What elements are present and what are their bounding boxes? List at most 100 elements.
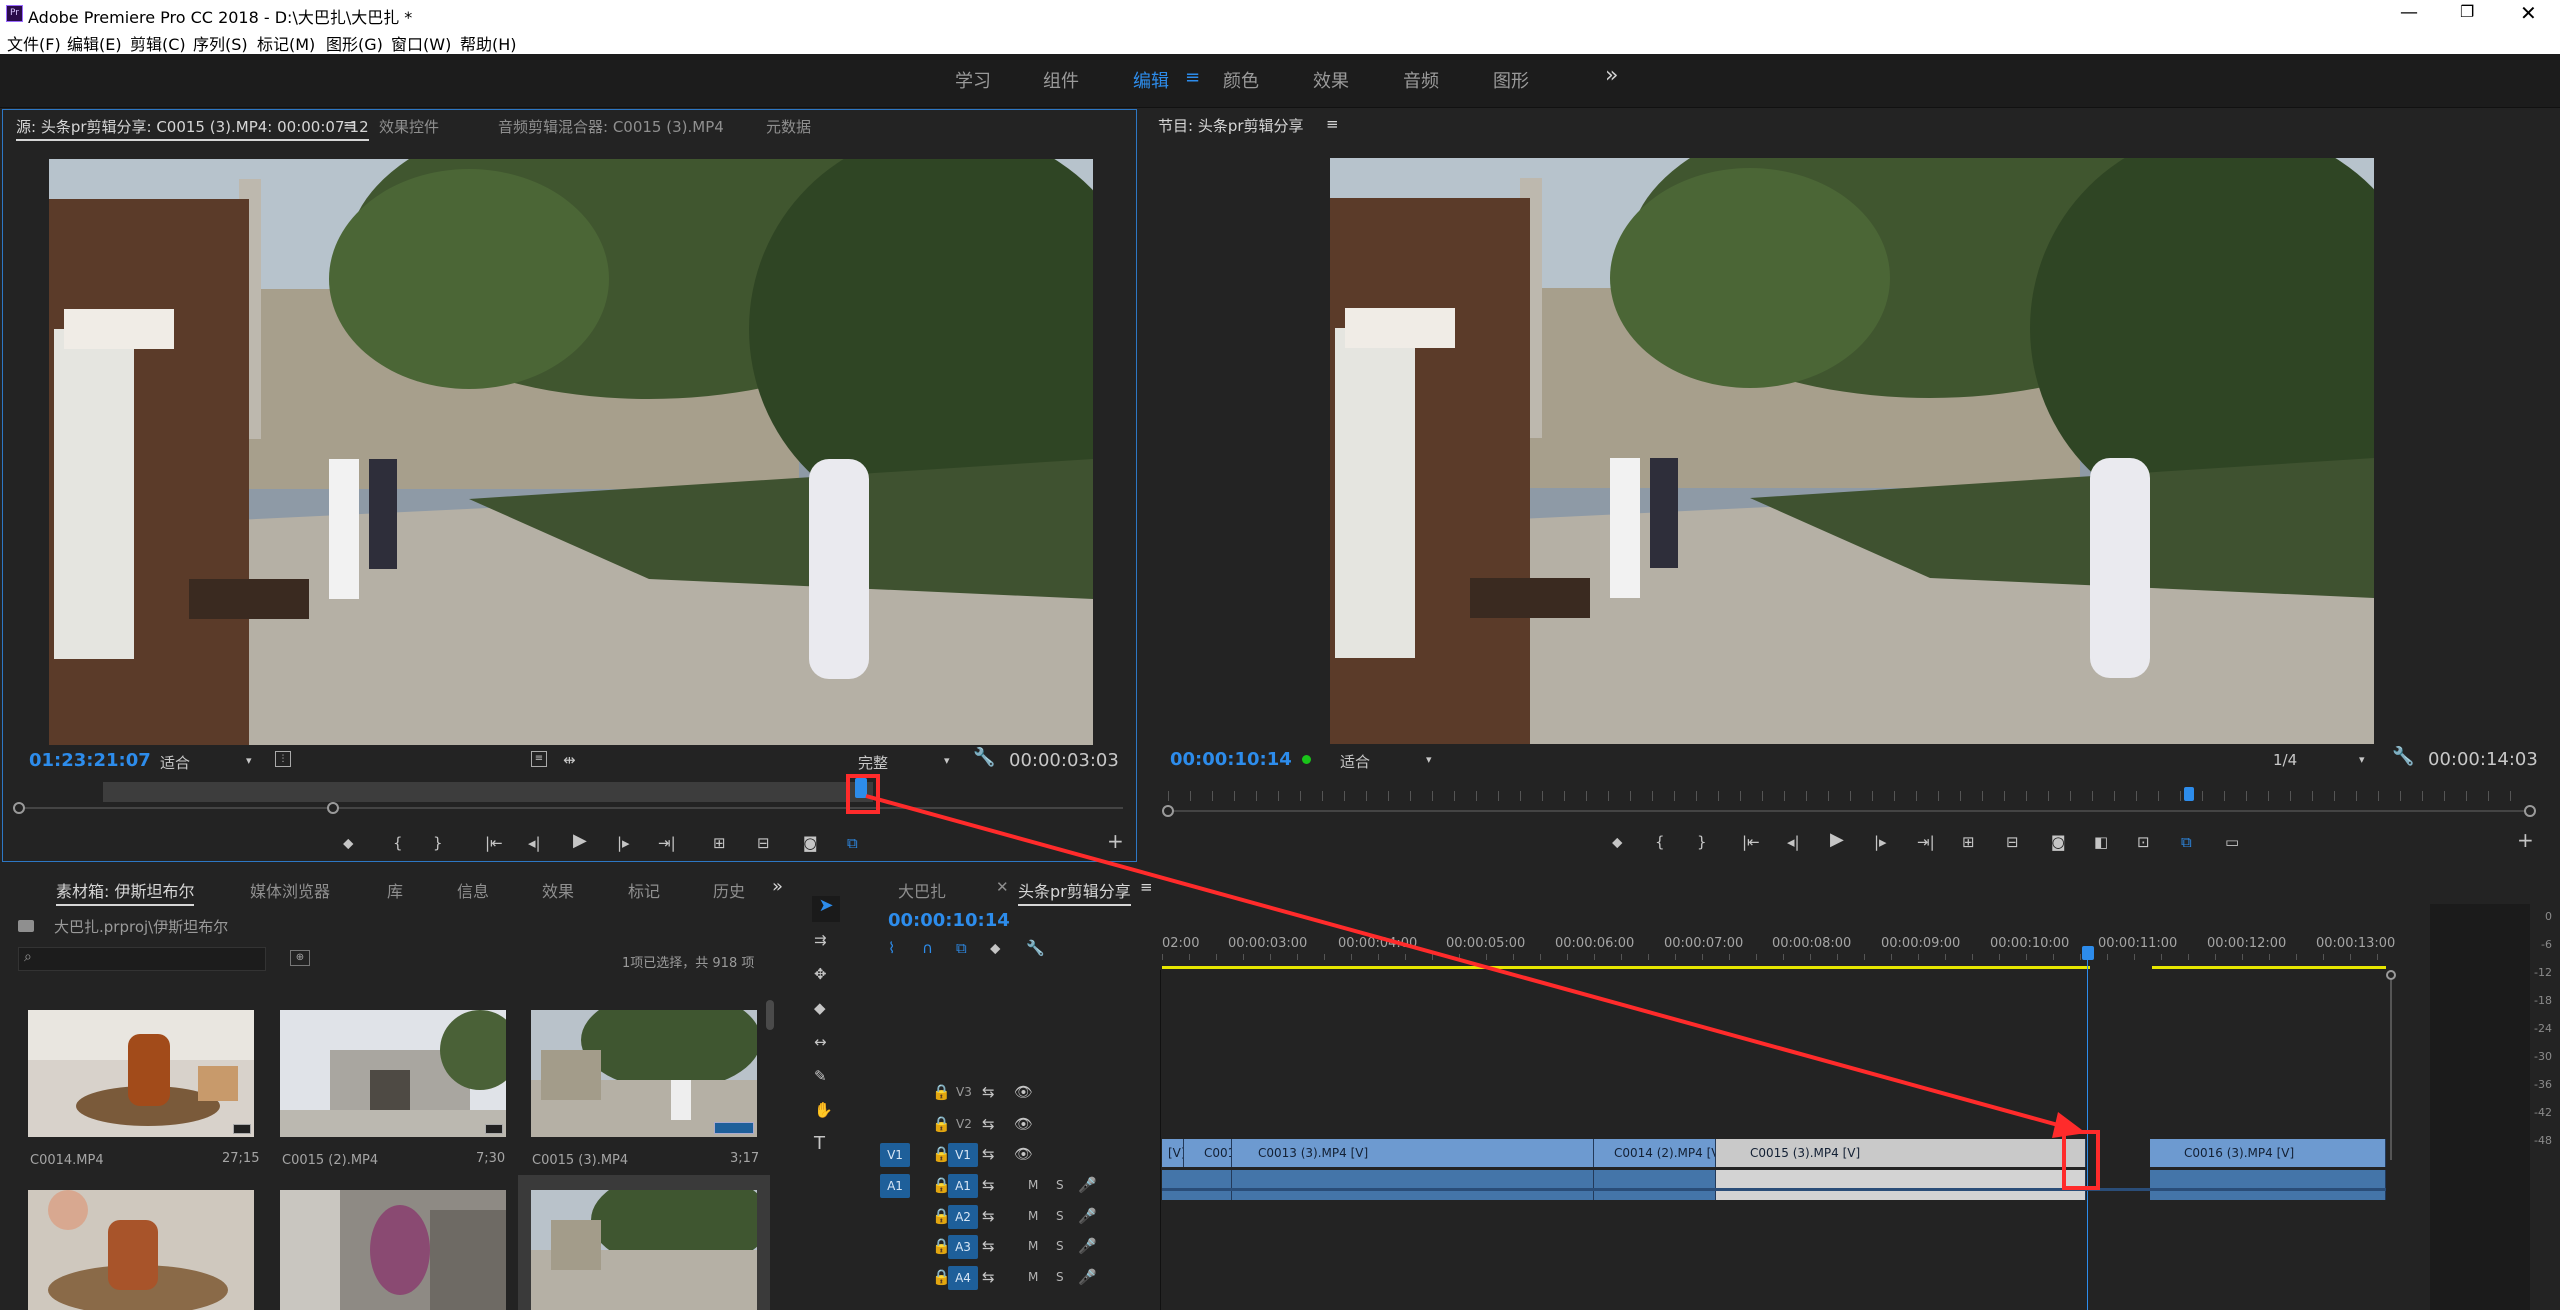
program-quality-dropdown[interactable]: 1/4 ▾ (2273, 751, 2373, 769)
microphone-icon[interactable]: 🎤 (1078, 1236, 1097, 1256)
source-patch-a1[interactable]: A1 (880, 1174, 910, 1198)
menu-help[interactable]: 帮助(H) (460, 31, 517, 55)
solo-button[interactable]: S (1056, 1178, 1064, 1192)
timeline-audio-clip-selected[interactable] (1716, 1170, 2086, 1200)
program-tab-menu-icon[interactable]: ≡ (1326, 115, 1339, 133)
menu-graphics[interactable]: 图形(G) (326, 31, 383, 55)
source-timecode[interactable]: 01:23:21:07 (29, 750, 151, 771)
play-icon[interactable]: ▶ (1830, 830, 1844, 850)
sync-lock-icon[interactable]: ⇆ (982, 1082, 995, 1102)
source-insert-overlay-icon[interactable]: ≡ (531, 751, 547, 767)
sync-lock-icon[interactable]: ⇆ (982, 1144, 995, 1164)
comparison-view-icon[interactable]: ◧ (2094, 832, 2108, 852)
export-frame-camera-icon[interactable]: ◙ (803, 833, 818, 853)
timeline-vertical-scrollbar[interactable] (2390, 980, 2392, 1160)
timeline-playhead-head[interactable] (2082, 946, 2094, 960)
tab-markers[interactable]: 标记 (628, 878, 660, 902)
step-back-icon[interactable]: ◂| (528, 833, 541, 853)
pen-tool-icon[interactable]: ✎ (814, 1066, 827, 1086)
mark-in-icon[interactable]: { (1655, 832, 1665, 852)
workspace-effects[interactable]: 效果 (1313, 67, 1349, 93)
mark-out-icon[interactable]: } (1697, 832, 1707, 852)
timeline-tab-menu-icon[interactable]: ≡ (1140, 878, 1153, 896)
menu-marker[interactable]: 标记(M) (257, 31, 315, 55)
list-item[interactable] (280, 1190, 506, 1310)
menu-edit[interactable]: 编辑(E) (67, 31, 122, 55)
workspace-editing[interactable]: 编辑 (1133, 67, 1169, 93)
list-item[interactable] (280, 1010, 506, 1137)
program-compare-icon[interactable]: ⧉ (2181, 832, 2192, 852)
timeline-timecode[interactable]: 00:00:10:14 (888, 910, 1010, 931)
overwrite-icon[interactable]: ⊟ (757, 833, 770, 853)
timeline-settings-wrench-icon[interactable]: 🔧 (1026, 938, 1045, 958)
linked-selection-icon[interactable]: ⧉ (956, 938, 967, 958)
tab-program[interactable]: 节目: 头条pr剪辑分享 (1158, 115, 1304, 136)
sync-lock-icon[interactable]: ⇆ (982, 1267, 995, 1287)
program-fit-dropdown[interactable]: 适合 ▾ (1340, 751, 1440, 772)
list-item[interactable] (28, 1190, 254, 1310)
track-target-a4[interactable]: A4 (948, 1266, 978, 1290)
workspace-learn[interactable]: 学习 (955, 67, 991, 93)
work-area-bar[interactable] (2152, 966, 2386, 969)
sync-lock-icon[interactable]: ⇆ (982, 1114, 995, 1134)
timeline-video-clip[interactable]: C0014 (2).MP4 [V (1594, 1139, 1716, 1167)
bin-search-input[interactable] (18, 947, 266, 971)
eye-icon[interactable]: 👁 (1014, 1114, 1033, 1134)
timeline-audio-clip[interactable] (1594, 1170, 1716, 1200)
step-forward-icon[interactable]: |▸ (1874, 832, 1887, 852)
sync-lock-icon[interactable]: ⇆ (982, 1236, 995, 1256)
timeline-video-clip[interactable]: C0013 (2 (1184, 1139, 1232, 1167)
track-select-tool-icon[interactable]: ⇉ (814, 930, 827, 950)
tab-media-browser[interactable]: 媒体浏览器 (250, 878, 330, 902)
play-icon[interactable]: ▶ (573, 831, 587, 851)
microphone-icon[interactable]: 🎤 (1078, 1206, 1097, 1226)
solo-button[interactable]: S (1056, 1270, 1064, 1284)
timeline-video-clip[interactable]: C0013 (3).MP4 [V] (1232, 1139, 1594, 1167)
go-to-in-icon[interactable]: |⇤ (485, 833, 503, 853)
source-fit-dropdown[interactable]: 适合 ▾ (160, 752, 260, 773)
track-target-a1[interactable]: A1 (948, 1174, 978, 1198)
source-tab-menu-icon[interactable]: ≡ (343, 116, 356, 134)
tabs-overflow-icon[interactable]: » (772, 876, 783, 897)
go-to-in-icon[interactable]: |⇤ (1742, 832, 1760, 852)
timeline-video-clip[interactable]: [V] (1162, 1139, 1184, 1167)
list-item[interactable] (531, 1190, 757, 1310)
multi-camera-icon[interactable]: ⊡ (2137, 832, 2150, 852)
snap-magnet-icon[interactable]: ∩ (922, 938, 933, 958)
program-playhead[interactable] (2184, 787, 2194, 801)
tab-sequence-toutiao[interactable]: 头条pr剪辑分享 (1018, 878, 1131, 906)
mute-button[interactable]: M (1028, 1270, 1038, 1284)
workspace-menu-icon[interactable]: ≡ (1185, 67, 1200, 88)
source-zoom-handle-right[interactable] (327, 802, 339, 814)
tab-audio-clip-mixer[interactable]: 音频剪辑混合器: C0015 (3).MP4 (498, 116, 724, 137)
timeline-audio-clip[interactable] (2150, 1170, 2386, 1200)
sync-lock-icon[interactable]: ⇆ (982, 1175, 995, 1195)
extract-icon[interactable]: ⊟ (2006, 832, 2019, 852)
tab-libraries[interactable]: 库 (387, 878, 403, 902)
nest-toggle-icon[interactable]: ⌇ (888, 938, 895, 958)
track-target-v1[interactable]: V1 (948, 1143, 978, 1167)
step-back-icon[interactable]: ◂| (1787, 832, 1800, 852)
maximize-icon[interactable]: ❐ (2460, 2, 2474, 21)
menu-sequence[interactable]: 序列(S) (193, 31, 248, 55)
solo-button[interactable]: S (1056, 1239, 1064, 1253)
work-area-bar[interactable] (1162, 966, 2090, 969)
microphone-icon[interactable]: 🎤 (1078, 1267, 1097, 1287)
close-tab-icon[interactable]: ✕ (996, 878, 1009, 896)
program-timecode[interactable]: 00:00:10:14 (1170, 749, 1292, 770)
mute-button[interactable]: M (1028, 1178, 1038, 1192)
step-forward-icon[interactable]: |▸ (617, 833, 630, 853)
lock-icon[interactable]: 🔒 (932, 1082, 951, 1102)
bin-scrollbar[interactable] (766, 1000, 774, 1030)
hand-tool-icon[interactable]: ✋ (814, 1100, 833, 1120)
add-marker-icon[interactable]: ⬥ (1612, 832, 1623, 852)
program-add-button-icon[interactable]: + (2517, 830, 2534, 850)
eye-icon[interactable]: 👁 (1014, 1144, 1033, 1164)
workspace-graphics[interactable]: 图形 (1493, 67, 1529, 93)
program-zoom-handle-right[interactable] (2524, 805, 2536, 817)
workspace-more-icon[interactable]: » (1605, 63, 1618, 88)
vr-video-icon[interactable]: ▭ (2225, 832, 2239, 852)
go-to-out-icon[interactable]: ⇥| (658, 833, 676, 853)
source-zoom-handle-left[interactable] (13, 802, 25, 814)
program-wrench-icon[interactable]: 🔧 (2392, 747, 2414, 767)
